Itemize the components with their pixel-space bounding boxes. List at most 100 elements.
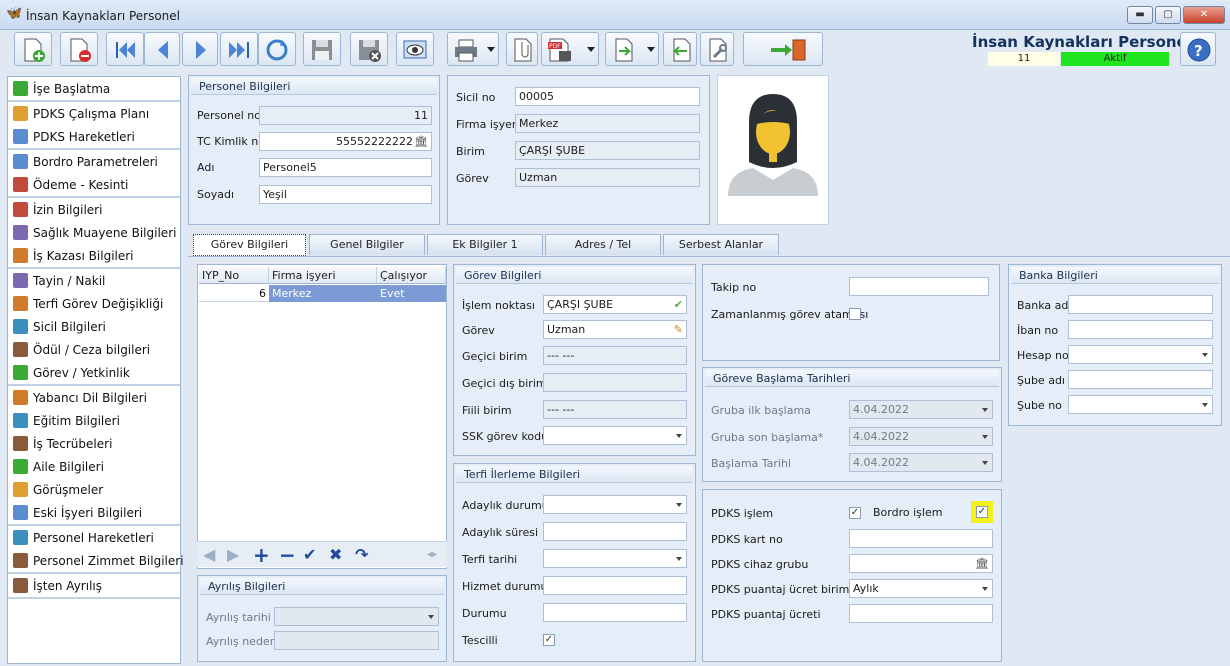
new-record-button[interactable] [14, 32, 52, 66]
sicil-no-field[interactable]: 00005 [515, 87, 700, 106]
nav-remove-icon[interactable]: − [279, 545, 296, 565]
tab-genel-bilgiler[interactable]: Genel Bilgiler [309, 234, 425, 255]
sidebar-item[interactable]: Görüşmeler [8, 478, 180, 501]
pdks-kart-no-field[interactable] [849, 529, 993, 548]
gorev-input[interactable]: Uzman ✎ [543, 320, 687, 339]
cell-iyp-no[interactable]: 6 [199, 285, 269, 302]
tab-ek-bilgiler[interactable]: Ek Bilgiler 1 [427, 234, 543, 255]
sube-no-select[interactable] [1068, 395, 1213, 414]
delete-record-button[interactable] [60, 32, 98, 66]
column-header-iyp-no[interactable]: IYP_No [199, 267, 269, 284]
pdks-cihaz-grubu-field[interactable]: 🏛 [849, 554, 993, 573]
tab-adres-tel[interactable]: Adres / Tel [545, 234, 661, 255]
terfi-tarihi-select[interactable] [543, 549, 687, 568]
fiili-birim-field[interactable]: --- --- [543, 400, 687, 419]
tab-gorev-bilgileri[interactable]: Görev Bilgileri [193, 234, 306, 256]
checklist-icon[interactable]: ✔ [674, 296, 683, 313]
birim-field[interactable]: ÇARŞI ŞUBE [515, 141, 700, 160]
sidebar-item[interactable]: İş Kazası Bilgileri [8, 244, 180, 267]
column-header-firma[interactable]: Firma işyeri [269, 267, 377, 284]
zamanlanmis-gorev-checkbox[interactable] [849, 308, 861, 320]
sube-adi-field[interactable] [1068, 370, 1213, 389]
close-button[interactable]: ✕ [1183, 6, 1225, 24]
adaylik-durumu-select[interactable] [543, 495, 687, 514]
sidebar-item[interactable]: Personel Hareketleri [8, 526, 180, 549]
sidebar-item[interactable]: İşe Başlatma [8, 77, 180, 100]
settings-button[interactable] [700, 32, 734, 66]
cancel-save-button[interactable] [350, 32, 388, 66]
nav-cancel-icon[interactable]: ✖ [329, 546, 342, 564]
personnel-photo[interactable] [717, 75, 829, 225]
pdks-ucret-field[interactable] [849, 604, 993, 623]
preview-button[interactable] [396, 32, 434, 66]
pdks-ucret-birimi-select[interactable]: Aylık [849, 579, 993, 598]
nav-refresh-icon[interactable]: ↷ [355, 546, 368, 564]
takip-no-field[interactable] [849, 277, 989, 296]
next-record-button[interactable] [182, 32, 218, 66]
gecici-birim-field[interactable]: --- --- [543, 346, 687, 365]
attach-button[interactable] [506, 32, 538, 66]
gorev-field[interactable]: Uzman [515, 168, 700, 187]
sidebar-item[interactable]: Eski İşyeri Bilgileri [8, 501, 180, 524]
sidebar-item[interactable]: Ödül / Ceza bilgileri [8, 338, 180, 361]
building-icon[interactable]: 🏛 [414, 133, 428, 150]
sidebar-item[interactable]: Terfi Görev Değişikliği [8, 292, 180, 315]
cell-firma[interactable]: Merkez [269, 285, 377, 302]
sidebar-item[interactable]: Bordro Parametreleri [8, 150, 180, 173]
first-record-button[interactable] [106, 32, 144, 66]
save-button[interactable] [303, 32, 341, 66]
nav-prev-icon[interactable]: ◀ [203, 546, 215, 564]
refresh-button[interactable] [258, 32, 296, 66]
sidebar-item[interactable]: Aile Bilgileri [8, 455, 180, 478]
hesap-no-select[interactable] [1068, 345, 1213, 364]
sidebar-item[interactable]: Sicil Bilgileri [8, 315, 180, 338]
tescilli-checkbox[interactable]: ✓ [543, 634, 555, 646]
tc-kimlik-field[interactable]: 55552222222 🏛 [259, 132, 432, 151]
sidebar-item[interactable]: Yabancı Dil Bilgileri [8, 386, 180, 409]
ssk-gorev-kodu-select[interactable] [543, 426, 687, 445]
import-button[interactable] [663, 32, 697, 66]
ayrilis-nedeni-field[interactable] [274, 631, 439, 650]
gruba-son-field[interactable]: 4.04.2022 [849, 427, 993, 446]
sidebar-item[interactable]: Görev / Yetkinlik [8, 361, 180, 384]
firma-field[interactable]: Merkez [515, 114, 700, 133]
help-button[interactable]: ? [1180, 32, 1216, 66]
adaylik-suresi-field[interactable] [543, 522, 687, 541]
minimize-button[interactable]: ▬ [1127, 6, 1153, 24]
cell-calisiyor[interactable]: Evet [377, 285, 446, 302]
sidebar-item[interactable]: Ödeme - Kesinti [8, 173, 180, 196]
column-header-calisiyor[interactable]: Çalışıyor [377, 267, 446, 284]
previous-record-button[interactable] [144, 32, 180, 66]
sidebar-item[interactable]: İşten Ayrılış [8, 574, 180, 597]
gecici-dis-birim-field[interactable] [543, 373, 687, 392]
export-button[interactable] [605, 32, 659, 66]
nav-add-icon[interactable]: + [253, 545, 270, 565]
ad-field[interactable]: Personel5 [259, 158, 432, 177]
hizmet-durumu-field[interactable] [543, 576, 687, 595]
durumu-field[interactable] [543, 603, 687, 622]
nav-confirm-icon[interactable]: ✔ [303, 546, 316, 564]
tag-icon[interactable]: ✎ [674, 321, 683, 338]
sidebar-item[interactable]: Sağlık Muayene Bilgileri [8, 221, 180, 244]
banka-adi-field[interactable] [1068, 295, 1213, 314]
last-record-button[interactable] [220, 32, 258, 66]
sidebar-item[interactable]: Personel Zimmet Bilgileri [8, 549, 184, 572]
iyp-grid[interactable]: IYP_No Firma işyeri Çalışıyor 6 Merkez E… [197, 264, 447, 569]
baslama-tarihi-field[interactable]: 4.04.2022 [849, 453, 993, 472]
nav-next-icon[interactable]: ▶ [227, 546, 239, 564]
bordro-islem-checkbox[interactable]: ✓ [976, 506, 988, 518]
sidebar-item[interactable]: Tayin / Nakil [8, 269, 180, 292]
tab-serbest-alanlar[interactable]: Serbest Alanlar [663, 234, 779, 255]
pdks-islem-checkbox[interactable]: ✓ [849, 507, 861, 519]
sidebar-item[interactable]: PDKS Hareketleri [8, 125, 180, 148]
gruba-ilk-field[interactable]: 4.04.2022 [849, 400, 993, 419]
sidebar-item[interactable]: PDKS Çalışma Planı [8, 102, 180, 125]
nav-scroll-icon[interactable]: ◂▸ [427, 546, 437, 564]
islem-noktasi-field[interactable]: ÇARŞI ŞUBE ✔ [543, 295, 687, 314]
soyad-field[interactable]: Yeşil [259, 185, 432, 204]
personel-no-field[interactable]: 11 [259, 106, 432, 125]
ayrilis-tarihi-field[interactable] [274, 607, 439, 626]
sidebar-item[interactable]: İş Tecrübeleri [8, 432, 180, 455]
maximize-button[interactable]: ▢ [1155, 6, 1181, 24]
print-button[interactable] [447, 32, 499, 66]
